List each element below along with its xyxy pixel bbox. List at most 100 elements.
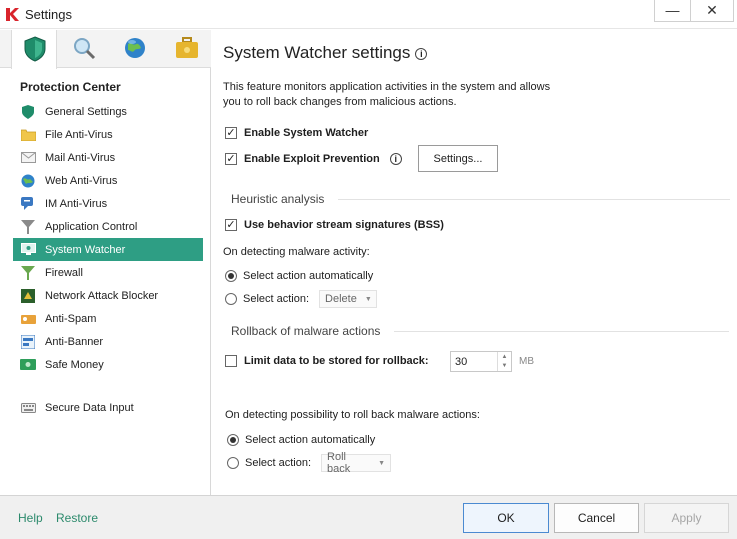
- detect-auto-radio[interactable]: [225, 270, 237, 282]
- rollback-size-unit: MB: [519, 356, 534, 367]
- rollback-select-row: Select action: Roll back ▼: [227, 451, 392, 475]
- stepper-up-icon[interactable]: ▲: [498, 352, 511, 362]
- sidebar-item-system-watcher[interactable]: System Watcher: [13, 238, 203, 261]
- sidebar: Protection Center General Settings File …: [0, 30, 211, 495]
- rollback-action-dropdown[interactable]: Roll back ▼: [321, 451, 392, 475]
- page-title: System Watcher settings i: [223, 43, 428, 63]
- enable-system-watcher-label[interactable]: Enable System Watcher: [244, 127, 368, 139]
- sidebar-item-label: Anti-Banner: [45, 335, 104, 348]
- sidebar-item-mail-anti-virus[interactable]: Mail Anti-Virus: [13, 146, 203, 169]
- feature-description: This feature monitors application activi…: [223, 81, 551, 108]
- sidebar-item-anti-spam[interactable]: Anti-Spam: [13, 307, 203, 330]
- rollback-select-radio[interactable]: [227, 457, 239, 469]
- tab-protection[interactable]: [11, 30, 57, 69]
- chevron-down-icon: ▼: [364, 295, 372, 303]
- sidebar-item-label: File Anti-Virus: [45, 128, 113, 141]
- enable-system-watcher-row: ✓ Enable System Watcher: [225, 127, 368, 139]
- rollback-action-value: Roll back: [327, 451, 351, 475]
- enable-exploit-prevention-label[interactable]: Enable Exploit Prevention: [244, 153, 380, 165]
- heuristic-analysis-heading: Heuristic analysis: [231, 192, 731, 206]
- cancel-button[interactable]: Cancel: [554, 503, 639, 533]
- sidebar-item-firewall[interactable]: Firewall: [13, 261, 203, 284]
- info-icon[interactable]: i: [389, 153, 402, 165]
- stepper-down-icon[interactable]: ▼: [498, 362, 511, 372]
- chat-icon: [20, 197, 36, 211]
- apply-button[interactable]: Apply: [644, 503, 729, 533]
- globe-icon: [20, 174, 36, 188]
- rollback-size-value[interactable]: 30: [451, 352, 497, 371]
- detect-malware-label-text: On detecting malware activity:: [223, 246, 370, 258]
- detect-select-label[interactable]: Select action:: [243, 293, 309, 305]
- category-tabs: [0, 30, 211, 69]
- limit-data-checkbox[interactable]: [225, 355, 237, 367]
- page-title-text: System Watcher settings: [223, 43, 411, 62]
- exploit-settings-button[interactable]: Settings...: [418, 145, 498, 172]
- use-bss-checkbox[interactable]: ✓: [225, 219, 237, 231]
- sidebar-item-label: Web Anti-Virus: [45, 174, 118, 187]
- sidebar-item-label: Anti-Spam: [45, 312, 97, 325]
- sidebar-item-label: Secure Data Input: [45, 401, 134, 414]
- rollback-possibility-label: On detecting possibility to roll back ma…: [225, 409, 480, 421]
- sidebar-item-label: Application Control: [45, 220, 138, 233]
- folder-icon: [20, 128, 36, 142]
- main-panel: System Watcher settings i This feature mo…: [211, 30, 737, 495]
- sidebar-item-safe-money[interactable]: Safe Money: [13, 353, 203, 376]
- shield-icon: [20, 104, 36, 119]
- sidebar-item-web-anti-virus[interactable]: Web Anti-Virus: [13, 169, 203, 192]
- sidebar-item-label: Mail Anti-Virus: [45, 151, 116, 164]
- firewall-icon: [20, 265, 36, 280]
- detect-select-row: Select action: Delete ▼: [225, 290, 378, 308]
- rollback-auto-radio[interactable]: [227, 434, 239, 446]
- rollback-auto-row: Select action automatically: [227, 434, 375, 446]
- sidebar-item-label: Safe Money: [45, 358, 104, 371]
- banner-icon: [20, 334, 36, 349]
- detect-auto-label[interactable]: Select action automatically: [243, 270, 373, 282]
- envelope-icon: [20, 151, 36, 165]
- briefcase-icon: [176, 37, 198, 58]
- sidebar-item-anti-banner[interactable]: Anti-Banner: [13, 330, 203, 353]
- detect-malware-label: On detecting malware activity:: [223, 246, 370, 258]
- enable-exploit-prevention-checkbox[interactable]: ✓: [225, 153, 237, 165]
- limit-data-row: Limit data to be stored for rollback:: [225, 355, 429, 367]
- enable-system-watcher-checkbox[interactable]: ✓: [225, 127, 237, 139]
- close-button[interactable]: ✕: [690, 0, 734, 22]
- enable-exploit-prevention-row: ✓ Enable Exploit Prevention i: [225, 153, 402, 165]
- limit-data-label[interactable]: Limit data to be stored for rollback:: [244, 355, 429, 367]
- tab-tools[interactable]: [162, 30, 208, 68]
- sidebar-item-network-attack-blocker[interactable]: Network Attack Blocker: [13, 284, 203, 307]
- magnifier-icon: [74, 38, 96, 60]
- heuristic-analysis-heading-text: Heuristic analysis: [231, 192, 325, 206]
- rollback-heading: Rollback of malware actions: [231, 324, 730, 338]
- help-link[interactable]: Help: [18, 511, 43, 525]
- ok-button[interactable]: OK: [463, 503, 549, 533]
- sidebar-item-application-control[interactable]: Application Control: [13, 215, 203, 238]
- sidebar-item-file-anti-virus[interactable]: File Anti-Virus: [13, 123, 203, 146]
- sidebar-item-label: Network Attack Blocker: [45, 289, 159, 302]
- sidebar-nav: General Settings File Anti-Virus Mail An…: [13, 100, 203, 419]
- spam-icon: [20, 312, 36, 326]
- detect-select-radio[interactable]: [225, 293, 237, 305]
- funnel-icon: [20, 219, 36, 234]
- keyboard-icon: [20, 401, 36, 415]
- sidebar-item-label: System Watcher: [45, 243, 126, 256]
- use-bss-label[interactable]: Use behavior stream signatures (BSS): [244, 219, 444, 231]
- info-icon[interactable]: i: [415, 47, 428, 60]
- sidebar-item-general-settings[interactable]: General Settings: [13, 100, 203, 123]
- rollback-auto-label[interactable]: Select action automatically: [245, 434, 375, 446]
- window-title: Settings: [25, 7, 72, 22]
- minimize-button[interactable]: —: [654, 0, 690, 22]
- monitor-icon: [20, 243, 36, 257]
- rollback-heading-text: Rollback of malware actions: [231, 324, 381, 338]
- sidebar-item-secure-data-input[interactable]: Secure Data Input: [13, 396, 203, 419]
- tab-update[interactable]: [111, 30, 157, 68]
- rollback-select-label[interactable]: Select action:: [245, 457, 311, 469]
- rollback-size-stepper[interactable]: 30 ▲ ▼: [450, 351, 512, 372]
- chevron-down-icon: ▼: [378, 459, 386, 467]
- money-icon: [20, 358, 36, 372]
- restore-link[interactable]: Restore: [56, 511, 98, 525]
- sidebar-item-im-anti-virus[interactable]: IM Anti-Virus: [13, 192, 203, 215]
- footer-bar: Help Restore OK Cancel Apply: [0, 495, 737, 539]
- title-bar: Settings — ✕: [0, 0, 737, 29]
- detect-action-dropdown[interactable]: Delete ▼: [319, 290, 378, 308]
- tab-scan[interactable]: [60, 30, 106, 68]
